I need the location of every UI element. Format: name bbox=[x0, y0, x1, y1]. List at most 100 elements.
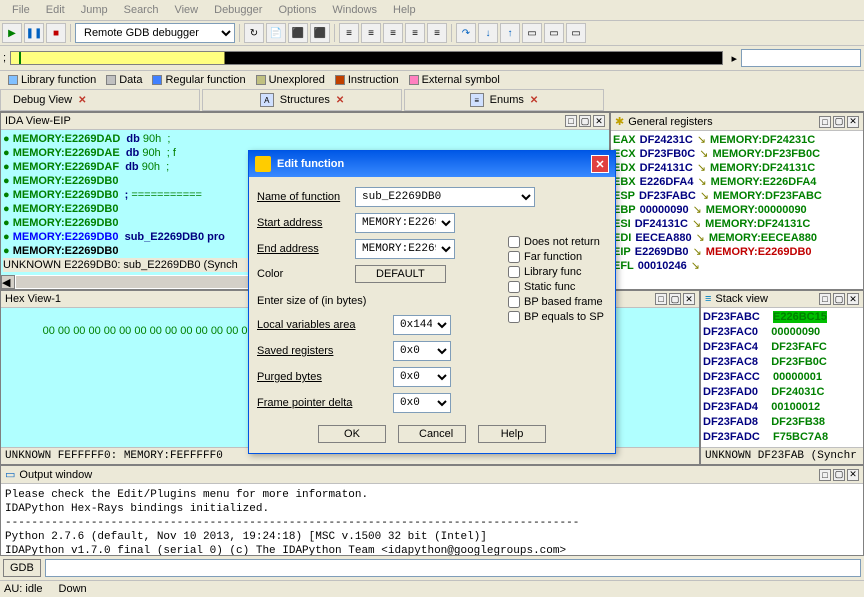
close-icon[interactable]: ✕ bbox=[336, 95, 344, 106]
start-address-select[interactable]: MEMORY:E2269DB0 bbox=[355, 213, 455, 233]
tool-icon[interactable]: ⬛ bbox=[288, 23, 308, 43]
cancel-button[interactable]: Cancel bbox=[398, 425, 466, 443]
close-icon[interactable]: ✕ bbox=[593, 115, 605, 127]
status-bar: GDB AU: idle Down bbox=[0, 555, 864, 595]
window-btn[interactable]: ▢ bbox=[833, 469, 845, 481]
address-search-input[interactable] bbox=[741, 49, 861, 67]
tool-icon[interactable]: ▭ bbox=[522, 23, 542, 43]
start-label: Start address bbox=[257, 217, 349, 229]
tool-icon[interactable]: ▭ bbox=[544, 23, 564, 43]
tool-icon[interactable]: ▭ bbox=[566, 23, 586, 43]
purged-select[interactable]: 0x0 bbox=[393, 367, 451, 387]
stack-view[interactable]: DF23FABC E226BC15DF23FAC0 00000090DF23FA… bbox=[701, 308, 863, 447]
enums-icon: ≡ bbox=[470, 93, 484, 107]
tool-icon[interactable]: 📄 bbox=[266, 23, 286, 43]
address-strip[interactable] bbox=[10, 51, 723, 65]
does-not-return-checkbox[interactable]: Does not return bbox=[508, 236, 604, 248]
close-icon[interactable]: ✕ bbox=[530, 95, 538, 106]
window-btn[interactable]: □ bbox=[655, 293, 667, 305]
menu-search[interactable]: Search bbox=[116, 2, 167, 18]
step-over-icon[interactable]: ↷ bbox=[456, 23, 476, 43]
window-btn[interactable]: □ bbox=[819, 469, 831, 481]
window-btn[interactable]: ▢ bbox=[833, 293, 845, 305]
stop-icon[interactable]: ■ bbox=[46, 23, 66, 43]
window-btn[interactable]: ▢ bbox=[833, 116, 845, 128]
dialog-icon bbox=[255, 156, 271, 172]
help-button[interactable]: Help bbox=[478, 425, 546, 443]
menu-file[interactable]: File bbox=[4, 2, 38, 18]
tool-icon[interactable]: ≡ bbox=[427, 23, 447, 43]
address-bar: ; ▸ bbox=[0, 46, 864, 71]
tool-icon[interactable]: ≡ bbox=[405, 23, 425, 43]
debugger-select[interactable]: Remote GDB debugger bbox=[75, 23, 235, 43]
dialog-checkboxes: Does not return Far function Library fun… bbox=[504, 232, 608, 327]
saved-regs-select[interactable]: 0x0 bbox=[393, 341, 451, 361]
tool-icon[interactable]: ⬛ bbox=[310, 23, 330, 43]
end-label: End address bbox=[257, 243, 349, 255]
tab-row: Debug View✕ A Structures✕ ≡ Enums✕ bbox=[0, 89, 864, 112]
menu-debugger[interactable]: Debugger bbox=[206, 2, 270, 18]
close-icon[interactable]: ✕ bbox=[847, 116, 859, 128]
stack-title: Stack view bbox=[715, 293, 768, 305]
local-vars-select[interactable]: 0x144 bbox=[393, 315, 451, 335]
ok-button[interactable]: OK bbox=[318, 425, 386, 443]
purged-label: Purged bytes bbox=[257, 371, 387, 383]
run-icon[interactable]: ▶ bbox=[2, 23, 22, 43]
tool-icon[interactable]: ↻ bbox=[244, 23, 264, 43]
function-name-input[interactable]: sub_E2269DB0 bbox=[355, 187, 535, 207]
menu-edit[interactable]: Edit bbox=[38, 2, 73, 18]
tab-debug-view[interactable]: Debug View✕ bbox=[0, 89, 200, 111]
menu-options[interactable]: Options bbox=[270, 2, 324, 18]
step-into-icon[interactable]: ↓ bbox=[478, 23, 498, 43]
library-func-checkbox[interactable]: Library func bbox=[508, 266, 604, 278]
output-title: Output window bbox=[19, 469, 92, 481]
dialog-titlebar[interactable]: Edit function ✕ bbox=[249, 151, 615, 177]
window-btn[interactable]: □ bbox=[819, 293, 831, 305]
close-icon[interactable]: ✕ bbox=[591, 155, 609, 173]
step-out-icon[interactable]: ↑ bbox=[500, 23, 520, 43]
output-pane: ▭ Output window □ ▢ ✕ Please check the E… bbox=[0, 465, 864, 567]
window-btn[interactable]: ▢ bbox=[669, 293, 681, 305]
structures-icon: A bbox=[260, 93, 274, 107]
tool-icon[interactable]: ≡ bbox=[339, 23, 359, 43]
stack-icon: ≡ bbox=[705, 293, 711, 305]
tool-icon[interactable]: ≡ bbox=[383, 23, 403, 43]
stack-pane: ≡ Stack view □ ▢ ✕ DF23FABC E226BC15DF23… bbox=[700, 290, 864, 465]
close-icon[interactable]: ✕ bbox=[847, 293, 859, 305]
pause-icon[interactable]: ❚❚ bbox=[24, 23, 44, 43]
tool-icon[interactable]: ≡ bbox=[361, 23, 381, 43]
menu-view[interactable]: View bbox=[166, 2, 206, 18]
output-view[interactable]: Please check the Edit/Plugins menu for m… bbox=[1, 484, 863, 562]
command-input[interactable] bbox=[45, 559, 861, 577]
saved-regs-label: Saved registers bbox=[257, 345, 387, 357]
end-address-select[interactable]: MEMORY:E2269EF0 bbox=[355, 239, 455, 259]
registers-icon: ✱ bbox=[615, 115, 624, 128]
color-default-button[interactable]: DEFAULT bbox=[355, 265, 446, 283]
registers-title: General registers bbox=[628, 116, 712, 128]
output-icon: ▭ bbox=[5, 468, 15, 481]
static-func-checkbox[interactable]: Static func bbox=[508, 281, 604, 293]
gdb-button[interactable]: GDB bbox=[3, 559, 41, 577]
close-icon[interactable]: ✕ bbox=[847, 469, 859, 481]
close-icon[interactable]: ✕ bbox=[78, 95, 86, 106]
bp-equals-sp-checkbox[interactable]: BP equals to SP bbox=[508, 311, 604, 323]
menu-help[interactable]: Help bbox=[385, 2, 424, 18]
stack-status: UNKNOWN DF23FAB (Synchr bbox=[701, 447, 863, 464]
window-btn[interactable]: □ bbox=[819, 116, 831, 128]
registers-pane: ✱ General registers □ ▢ ✕ EAX DF24231C ↘… bbox=[610, 112, 864, 290]
tab-structures[interactable]: A Structures✕ bbox=[202, 89, 402, 111]
name-label: Name of function bbox=[257, 191, 349, 203]
frame-delta-select[interactable]: 0x0 bbox=[393, 393, 451, 413]
window-btn[interactable]: ▢ bbox=[579, 115, 591, 127]
tab-enums[interactable]: ≡ Enums✕ bbox=[404, 89, 604, 111]
registers-view[interactable]: EAX DF24231C ↘ MEMORY:DF24231CECX DF23FB… bbox=[611, 131, 863, 289]
local-vars-label: Local variables area bbox=[257, 319, 387, 331]
menu-jump[interactable]: Jump bbox=[73, 2, 116, 18]
far-function-checkbox[interactable]: Far function bbox=[508, 251, 604, 263]
status-down: Down bbox=[59, 583, 87, 595]
legend: Library function Data Regular function U… bbox=[0, 71, 864, 89]
menu-windows[interactable]: Windows bbox=[324, 2, 385, 18]
window-btn[interactable]: □ bbox=[565, 115, 577, 127]
bp-frame-checkbox[interactable]: BP based frame bbox=[508, 296, 604, 308]
close-icon[interactable]: ✕ bbox=[683, 293, 695, 305]
